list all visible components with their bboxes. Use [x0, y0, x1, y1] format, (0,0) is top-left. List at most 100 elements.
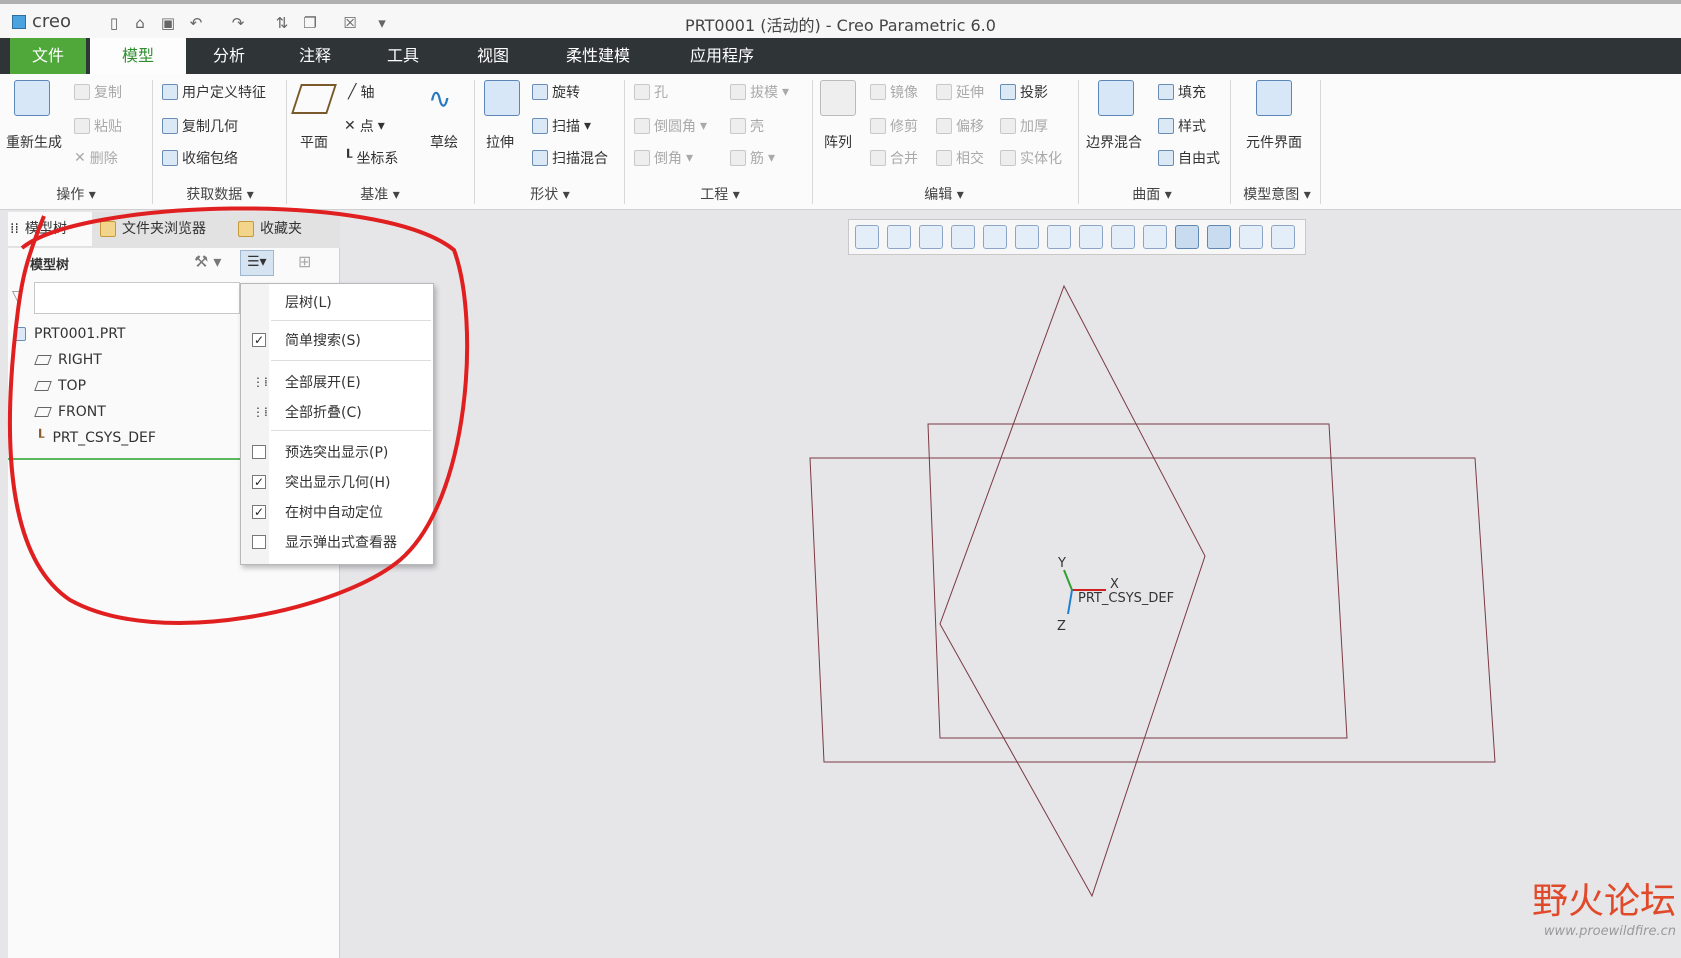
mirror-button[interactable]: 镜像	[870, 82, 918, 102]
appearance-icon[interactable]	[1239, 225, 1263, 249]
hide-icon[interactable]	[1271, 225, 1295, 249]
revolve-button[interactable]: 旋转	[532, 82, 580, 102]
udf-button[interactable]: 用户定义特征	[162, 82, 266, 102]
ribbon-divider	[1320, 80, 1321, 204]
copy-button[interactable]: 复制	[74, 82, 122, 102]
revolve-icon	[532, 84, 548, 100]
sketch-icon[interactable]: ∿	[428, 84, 464, 114]
forum-watermark: 野火论坛 www.proewildfire.cn	[1496, 872, 1676, 939]
boundary-blend-icon[interactable]	[1098, 80, 1134, 116]
view-manager-icon[interactable]	[1079, 225, 1103, 249]
round-icon	[634, 118, 650, 134]
extrude-icon[interactable]	[484, 80, 520, 116]
annotation-display-icon[interactable]	[1175, 225, 1199, 249]
ribbon-divider	[624, 80, 625, 204]
group-engineering[interactable]: 工程 ▾	[630, 184, 810, 204]
rib-button[interactable]: 筋 ▾	[730, 148, 775, 168]
group-shapes[interactable]: 形状 ▾	[478, 184, 622, 204]
offset-icon	[936, 118, 952, 134]
sketch-button[interactable]: 草绘	[430, 132, 458, 152]
freestyle-icon	[1158, 150, 1174, 166]
paste-button[interactable]: 粘贴	[74, 116, 122, 136]
datum-plane-front[interactable]	[927, 423, 1348, 739]
zoom-out-icon[interactable]	[919, 225, 943, 249]
group-surfaces[interactable]: 曲面 ▾	[1082, 184, 1222, 204]
shrinkwrap-button[interactable]: 收缩包络	[162, 148, 238, 168]
sweep-icon	[532, 118, 548, 134]
datum-display-icon[interactable]	[1143, 225, 1167, 249]
freestyle-button[interactable]: 自由式	[1158, 148, 1220, 168]
solidify-icon	[1000, 150, 1016, 166]
group-model-intent[interactable]: 模型意图 ▾	[1234, 184, 1320, 204]
component-interface-button[interactable]: 元件界面	[1246, 132, 1302, 152]
datum-plane-top[interactable]	[809, 457, 1496, 763]
zoom-in-icon[interactable]	[887, 225, 911, 249]
menu-view[interactable]: 视图	[448, 38, 538, 74]
graphics-toolbar	[848, 219, 1306, 255]
point-button[interactable]: ✕ 点 ▾	[344, 116, 385, 136]
style-icon	[1158, 118, 1174, 134]
component-interface-icon[interactable]	[1256, 80, 1292, 116]
sweep-button[interactable]: 扫描 ▾	[532, 116, 591, 136]
chamfer-icon	[634, 150, 650, 166]
extrude-button[interactable]: 拉伸	[486, 132, 514, 152]
delete-button[interactable]: ✕ 删除	[74, 148, 118, 168]
fill-button[interactable]: 填充	[1158, 82, 1206, 102]
annotation-circle	[7, 206, 470, 625]
group-editing[interactable]: 编辑 ▾	[816, 184, 1072, 204]
repaint-icon[interactable]	[951, 225, 975, 249]
csys-axis-y: Y	[1057, 556, 1066, 571]
menu-model[interactable]: 模型	[90, 38, 186, 74]
hole-button[interactable]: 孔	[634, 82, 668, 102]
csys-axis-z: Z	[1057, 619, 1066, 634]
saved-orientations-icon[interactable]	[1047, 225, 1071, 249]
menu-analysis[interactable]: 分析	[186, 38, 272, 74]
graphics-viewport[interactable]: Y X Z PRT_CSYS_DEF	[340, 256, 1681, 958]
watermark-url: www.proewildfire.cn	[1543, 924, 1676, 939]
boundary-blend-button[interactable]: 边界混合	[1086, 132, 1142, 152]
perspective-view-icon[interactable]	[983, 225, 1007, 249]
swept-blend-button[interactable]: 扫描混合	[532, 148, 608, 168]
trim-button[interactable]: 修剪	[870, 116, 918, 136]
solidify-button[interactable]: 实体化	[1000, 148, 1062, 168]
draft-button[interactable]: 拔模 ▾	[730, 82, 789, 102]
intersect-button[interactable]: 相交	[936, 148, 984, 168]
display-style-icon[interactable]	[1015, 225, 1039, 249]
fill-icon	[1158, 84, 1174, 100]
merge-button[interactable]: 合并	[870, 148, 918, 168]
csys-icon: ┖	[344, 150, 353, 166]
udf-icon	[162, 84, 178, 100]
pattern-button[interactable]: 阵列	[824, 132, 852, 152]
plane-icon[interactable]	[291, 84, 337, 114]
copy-geometry-button[interactable]: 复制几何	[162, 116, 238, 136]
trim-icon	[870, 118, 886, 134]
project-button[interactable]: 投影	[1000, 82, 1048, 102]
menu-tools[interactable]: 工具	[358, 38, 448, 74]
chamfer-button[interactable]: 倒角 ▾	[634, 148, 693, 168]
offset-button[interactable]: 偏移	[936, 116, 984, 136]
extend-button[interactable]: 延伸	[936, 82, 984, 102]
refit-icon[interactable]	[855, 225, 879, 249]
thicken-button[interactable]: 加厚	[1000, 116, 1048, 136]
menu-file[interactable]: 文件	[10, 38, 86, 74]
ribbon-divider	[286, 80, 287, 204]
spin-center-icon[interactable]	[1207, 225, 1231, 249]
menu-flexible-modeling[interactable]: 柔性建模	[538, 38, 658, 74]
pattern-icon[interactable]	[820, 80, 856, 116]
menu-applications[interactable]: 应用程序	[664, 38, 780, 74]
menu-annotate[interactable]: 注释	[272, 38, 358, 74]
regenerate-button[interactable]: 重新生成	[6, 132, 62, 152]
section-icon[interactable]	[1111, 225, 1135, 249]
axis-button[interactable]: ╱ 轴	[348, 82, 374, 102]
thicken-icon	[1000, 118, 1016, 134]
csys-label: PRT_CSYS_DEF	[1078, 591, 1174, 606]
mirror-icon	[870, 84, 886, 100]
regenerate-icon[interactable]	[14, 80, 50, 116]
round-button[interactable]: 倒圆角 ▾	[634, 116, 707, 136]
window-title: PRT0001 (活动的) - Creo Parametric 6.0	[685, 16, 996, 35]
shell-button[interactable]: 壳	[730, 116, 764, 136]
style-button[interactable]: 样式	[1158, 116, 1206, 136]
csys-button[interactable]: ┖ 坐标系	[344, 148, 398, 168]
plane-button[interactable]: 平面	[300, 132, 328, 152]
ribbon-divider	[474, 80, 475, 204]
